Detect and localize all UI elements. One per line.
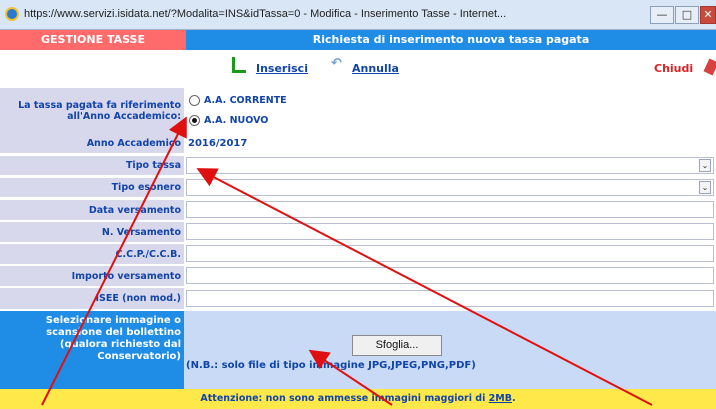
academic-year-value: 2016/2017 (188, 138, 248, 149)
isee-label: ISEE (non mod.) (0, 288, 184, 309)
checkmark-icon (232, 57, 246, 73)
year-reference-row: La tassa pagata fa riferimento all'Anno … (0, 88, 716, 134)
upload-label: Selezionare immagine o scansione del bol… (0, 311, 184, 389)
browse-button[interactable]: Sfoglia... (352, 335, 442, 356)
radio-current-year-label: A.A. CORRENTE (204, 95, 287, 106)
academic-year-row: Anno Accademico 2016/2017 (0, 134, 716, 153)
undo-icon: ↶ (331, 56, 342, 71)
radio-current-year-control[interactable] (189, 95, 200, 106)
minimize-button[interactable]: — (650, 6, 674, 24)
file-type-note: (N.B.: solo file di tipo immagine JPG,JP… (186, 360, 476, 371)
year-reference-label: La tassa pagata fa riferimento all'Anno … (0, 88, 184, 134)
payment-number-label: N. Versamento (0, 222, 184, 242)
browser-icon (5, 7, 19, 21)
radio-current-year[interactable]: A.A. CORRENTE (189, 95, 287, 106)
payment-number-field[interactable] (186, 223, 714, 240)
warning-size: 2MB (488, 393, 512, 404)
cancel-label: Annulla (352, 62, 399, 75)
account-label: C.C.P./C.C.B. (0, 244, 184, 264)
payment-date-label: Data versamento (0, 200, 184, 220)
warning-suffix: . (511, 393, 516, 404)
maximize-button[interactable]: □ (675, 6, 699, 24)
radio-new-year-label: A.A. NUOVO (204, 115, 269, 126)
insert-label: Inserisci (256, 62, 308, 75)
amount-field[interactable] (186, 267, 714, 284)
warning-text: Attenzione: non sono ammesse immagini ma… (200, 393, 489, 404)
radio-new-year[interactable]: A.A. NUOVO (189, 115, 268, 126)
amount-label: Importo versamento (0, 266, 184, 286)
chevron-down-icon[interactable]: ⌄ (699, 159, 711, 172)
cancel-button[interactable]: ↶ Annulla (331, 56, 399, 78)
close-link[interactable]: Chiudi (654, 62, 693, 75)
chevron-down-icon[interactable]: ⌄ (699, 181, 711, 194)
close-window-button[interactable]: ✕ (700, 6, 716, 24)
radio-new-year-control[interactable] (189, 115, 200, 126)
toolbar: Inserisci ↶ Annulla (0, 50, 716, 88)
section-title: GESTIONE TASSE (0, 30, 186, 50)
fee-type-label: Tipo tassa (0, 156, 184, 175)
account-field[interactable] (186, 245, 714, 262)
isee-field (186, 290, 714, 307)
window-title-bar: https://www.servizi.isidata.net/?Modalit… (0, 0, 716, 30)
academic-year-label: Anno Accademico (0, 134, 184, 153)
exemption-type-label: Tipo esonero (0, 178, 184, 197)
page-title: Richiesta di inserimento nuova tassa pag… (186, 30, 716, 50)
exemption-type-select[interactable]: ⌄ (186, 179, 714, 196)
upload-area (184, 311, 716, 389)
window-title: https://www.servizi.isidata.net/?Modalit… (24, 8, 507, 20)
fee-type-select[interactable]: ⌄ (186, 157, 714, 174)
warning-banner: Attenzione: non sono ammesse immagini ma… (0, 389, 716, 409)
payment-date-field[interactable] (186, 201, 714, 218)
insert-button[interactable]: Inserisci (232, 57, 308, 78)
